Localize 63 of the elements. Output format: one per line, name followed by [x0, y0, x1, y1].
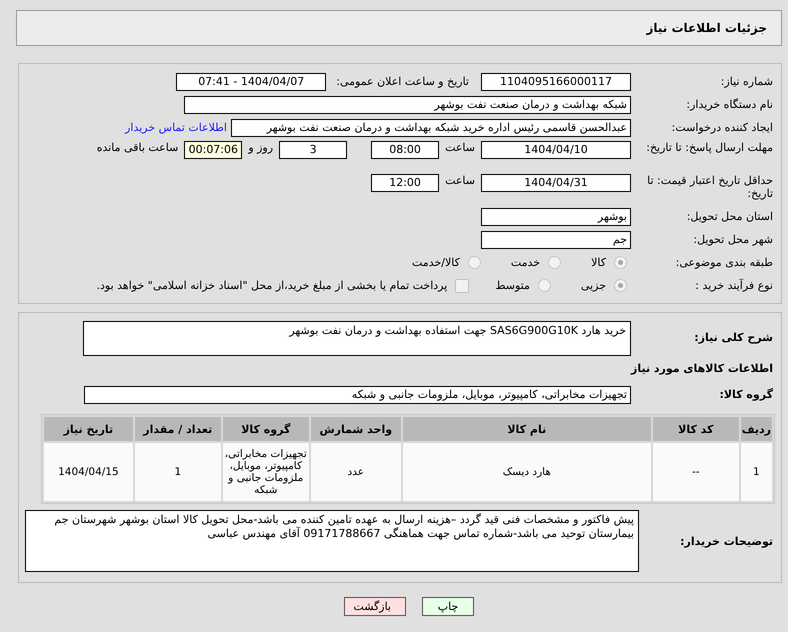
radio-label: متوسط	[495, 279, 530, 292]
table-cell: 1	[740, 443, 772, 501]
column-header: تعداد / مقدار	[134, 417, 221, 441]
field-label: توضیحات خریدار:	[679, 534, 773, 548]
buyer-notes-field: پیش فاکتور و مشخصات فنی قید گردد –هزینه ارسال به عهده تامین کننده می باشد-محل تحویل کالا استان بوشهر شهرستان جم بیمارستان توحید می باشد-شماره تماس جهت هماهنگی 09171788667 آقای مهندس عباسی	[25, 510, 639, 572]
action-button[interactable]: بازگشت	[344, 597, 406, 616]
field-label: حداقل تاریخ اعتبار قیمت: تا تاریخ:	[646, 174, 773, 200]
deadline-date-field: 1404/04/10	[481, 141, 631, 159]
field-label: نوع فرآیند خرید :	[694, 279, 773, 292]
column-header: ردیف	[740, 417, 772, 441]
days-field: 3	[279, 141, 348, 159]
province-field: بوشهر	[481, 208, 631, 226]
radio-label: کالا/خدمت	[412, 256, 460, 269]
description-field: خرید هارد SAS6G900G10K جهت استفاده بهداشت و درمان نفت بوشهر	[83, 321, 631, 356]
field-label: ساعت	[445, 141, 475, 154]
field-label: ایجاد کننده درخواست:	[670, 121, 773, 134]
table-cell: 1404/04/15	[44, 443, 133, 501]
column-header: تاریخ نیاز	[44, 417, 133, 441]
validity-date-field: 1404/04/31	[481, 174, 631, 192]
field-label: ساعت باقی مانده	[96, 141, 178, 154]
radio-button[interactable]	[538, 279, 551, 292]
goods-group-field: تجهیزات مخابراتی، کامپیوتر، موبایل، ملزومات جانبی و شبکه	[84, 386, 631, 404]
column-header: نام کالا	[402, 417, 651, 441]
requester-field: عبدالحسن قاسمی رئیس اداره خرید شبکه بهداشت و درمان صنعت نفت بوشهر	[231, 118, 631, 136]
field-label: ساعت	[445, 174, 475, 187]
validity-time-field: 12:00	[371, 174, 440, 192]
checkbox-label: پرداخت تمام یا بخشی از مبلغ خرید،از محل "اسناد خزانه اسلامی" خواهد بود.	[96, 279, 448, 292]
page-title: جزئیات اطلاعات نیاز	[646, 21, 767, 35]
buyer-contact-link[interactable]: اطلاعات تماس خریدار	[125, 121, 227, 134]
announce-date-field: 1404/04/07 - 07:41	[176, 72, 326, 90]
buyer-org-field: شبکه بهداشت و درمان صنعت نفت بوشهر	[184, 96, 631, 114]
column-header: کد کالا	[652, 417, 739, 441]
table-cell: عدد	[310, 443, 401, 501]
column-header: گروه کالا	[222, 417, 309, 441]
city-field: جم	[481, 230, 631, 248]
field-label: شهر محل تحویل:	[692, 233, 773, 246]
table-cell: تجهیزات مخابراتی، کامپیوتر، موبایل، ملزومات جانبی و شبکه	[222, 443, 309, 501]
need-number-field: 1104095166000117	[481, 72, 631, 90]
section-title: اطلاعات کالاهای مورد نیاز	[630, 362, 773, 375]
table-cell: --	[652, 443, 739, 501]
radio-label: کالا	[591, 256, 606, 269]
radio-button[interactable]	[468, 256, 481, 269]
field-label: مهلت ارسال پاسخ: تا تاریخ:	[645, 141, 773, 154]
column-header: واحد شمارش	[310, 417, 401, 441]
checkbox[interactable]	[455, 278, 470, 292]
field-label: شماره نیاز:	[720, 75, 773, 88]
field-label: گروه کالا:	[718, 388, 773, 401]
table-cell: 1	[134, 443, 221, 501]
radio-button[interactable]	[614, 279, 627, 292]
field-label: روز و	[248, 141, 274, 154]
action-button[interactable]: چاپ	[422, 597, 474, 616]
deadline-time-field: 08:00	[371, 141, 440, 159]
field-label: طبقه بندی موضوعی:	[674, 256, 773, 269]
field-label: تاریخ و ساعت اعلان عمومی:	[336, 75, 469, 88]
field-label: نام دستگاه خریدار:	[685, 98, 773, 111]
field-label: استان محل تحویل:	[686, 210, 773, 223]
radio-button[interactable]	[548, 256, 562, 269]
field-label: شرح کلی نیاز:	[693, 331, 773, 344]
radio-button[interactable]	[614, 256, 627, 269]
radio-label: خدمت	[510, 256, 540, 269]
table-cell: هارد دیسک	[402, 443, 651, 501]
radio-label: جزیی	[580, 279, 606, 292]
remaining-time-field: 00:07:06	[184, 141, 242, 159]
